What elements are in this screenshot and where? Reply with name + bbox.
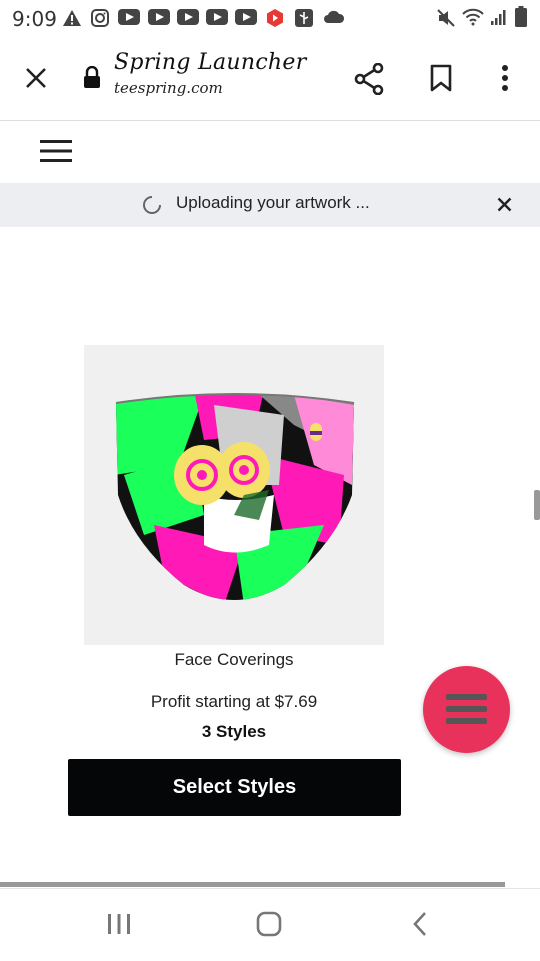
youtube-icon xyxy=(235,9,257,25)
youtube-icon xyxy=(177,9,199,25)
bookmark-icon[interactable] xyxy=(429,64,453,92)
url-area[interactable]: Spring Launcher teespring.com xyxy=(114,50,307,97)
youtube-icon xyxy=(148,9,170,25)
page-header xyxy=(0,121,540,183)
fab-menu-icon-line xyxy=(446,718,487,724)
recent-apps-icon[interactable] xyxy=(107,913,131,935)
close-banner-icon[interactable] xyxy=(497,197,512,212)
lock-icon xyxy=(84,66,100,88)
menu-icon[interactable] xyxy=(40,139,72,163)
battery-icon xyxy=(515,6,527,27)
usb-icon xyxy=(295,9,313,27)
browser-toolbar: Spring Launcher teespring.com xyxy=(0,36,540,121)
product-profit: Profit starting at $7.69 xyxy=(150,692,318,711)
product-name: Face Coverings xyxy=(174,650,294,669)
status-time: 9:09 xyxy=(12,7,57,31)
home-icon[interactable] xyxy=(256,911,282,937)
youtube-icon xyxy=(206,9,228,25)
status-bar: 9:09 xyxy=(0,0,540,36)
spinner-icon xyxy=(143,196,161,214)
system-nav-bar xyxy=(0,888,540,961)
product-section: Face Coverings Profit starting at $7.69 … xyxy=(0,227,540,887)
vertical-scrollbar[interactable] xyxy=(534,490,540,520)
mute-icon xyxy=(437,9,455,27)
wifi-icon xyxy=(462,8,484,26)
site-url: teespring.com xyxy=(114,79,223,97)
back-icon[interactable] xyxy=(412,911,428,937)
face-mask-graphic xyxy=(115,393,355,600)
youtube-icon xyxy=(118,9,140,25)
close-icon[interactable] xyxy=(24,66,48,90)
horizontal-scrollbar[interactable] xyxy=(0,882,505,887)
warning-icon xyxy=(63,10,81,26)
signal-icon xyxy=(491,10,506,25)
instagram-icon xyxy=(91,9,109,27)
upload-banner: Uploading your artwork ... xyxy=(0,183,540,227)
product-styles-count: 3 Styles xyxy=(201,722,267,741)
red-app-icon xyxy=(267,9,283,27)
share-icon[interactable] xyxy=(354,63,384,95)
site-title: Spring Launcher xyxy=(114,50,307,75)
product-image[interactable] xyxy=(84,345,384,645)
cloud-icon xyxy=(324,10,345,23)
fab-menu-icon-line xyxy=(446,706,487,712)
more-icon[interactable] xyxy=(500,64,510,92)
upload-status-text: Uploading your artwork ... xyxy=(176,193,370,212)
floating-menu-button[interactable] xyxy=(423,666,510,753)
select-styles-button[interactable]: Select Styles xyxy=(68,759,401,816)
fab-menu-icon xyxy=(446,694,487,700)
